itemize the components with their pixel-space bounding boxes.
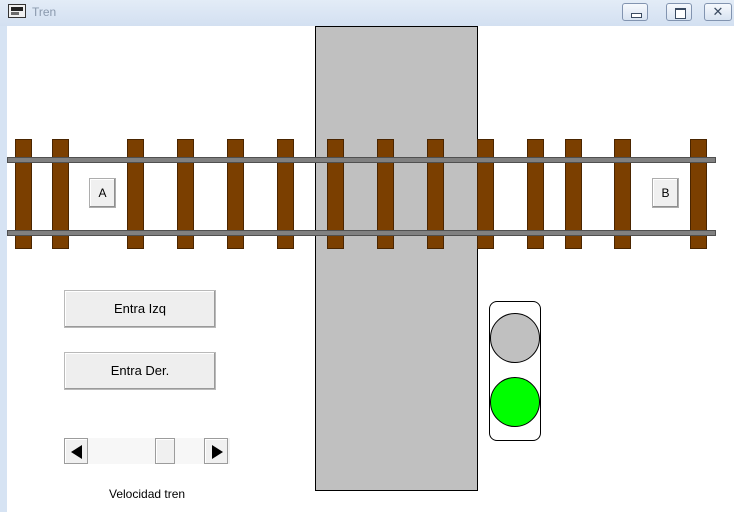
scroll-track[interactable] xyxy=(88,438,204,464)
window-title: Tren xyxy=(32,5,57,19)
speed-scrollbar[interactable] xyxy=(64,438,230,464)
a-button[interactable]: A xyxy=(89,178,116,208)
arrow-right-icon xyxy=(212,445,223,459)
enter-left-button[interactable]: Entra Izq xyxy=(64,290,216,328)
rail-bottom xyxy=(7,230,716,236)
traffic-light xyxy=(489,301,541,441)
b-button[interactable]: B xyxy=(652,178,679,208)
arrow-left-icon xyxy=(71,445,82,459)
scroll-right-button[interactable] xyxy=(204,438,228,464)
speed-label: Velocidad tren xyxy=(109,487,186,501)
app-window: Tren ✕ A B Entra Izq Entra Der. Velocida… xyxy=(0,0,734,512)
scroll-thumb[interactable] xyxy=(155,438,176,464)
minimize-button[interactable] xyxy=(622,3,648,21)
app-icon xyxy=(8,4,26,18)
rail-top xyxy=(7,157,716,163)
maximize-button[interactable] xyxy=(666,3,692,21)
close-button[interactable]: ✕ xyxy=(704,3,732,21)
traffic-light-top-lamp xyxy=(490,313,540,363)
client-area: A B Entra Izq Entra Der. Velocidad tren xyxy=(7,26,734,512)
scroll-left-button[interactable] xyxy=(64,438,88,464)
close-icon: ✕ xyxy=(712,4,724,19)
crossing-zone xyxy=(315,26,478,491)
enter-right-button[interactable]: Entra Der. xyxy=(64,352,216,390)
title-bar[interactable]: Tren ✕ xyxy=(0,0,734,26)
traffic-light-bottom-lamp xyxy=(490,377,540,427)
